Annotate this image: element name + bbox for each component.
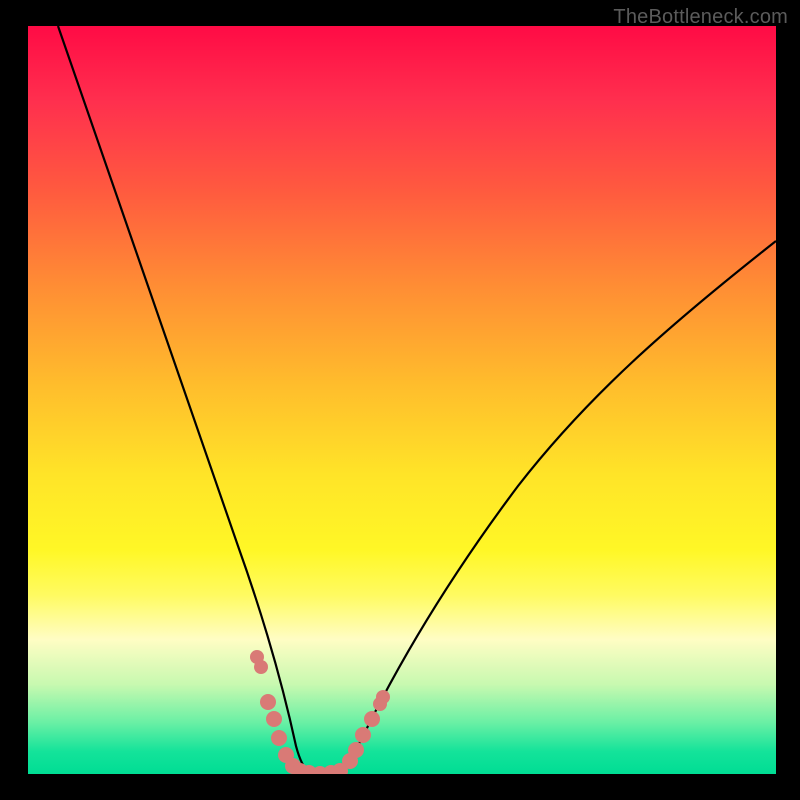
watermark-text: TheBottleneck.com — [613, 6, 788, 29]
bottleneck-curve — [58, 26, 776, 774]
curve-right-branch — [338, 241, 776, 773]
marker-cluster-right — [342, 690, 390, 769]
chart-frame: TheBottleneck.com — [0, 0, 800, 800]
curve-left-branch — [58, 26, 310, 773]
plot-area — [28, 26, 776, 774]
marker-cluster-left — [250, 650, 301, 774]
marker-cluster-trough — [292, 763, 348, 774]
curve-overlay — [28, 26, 776, 774]
